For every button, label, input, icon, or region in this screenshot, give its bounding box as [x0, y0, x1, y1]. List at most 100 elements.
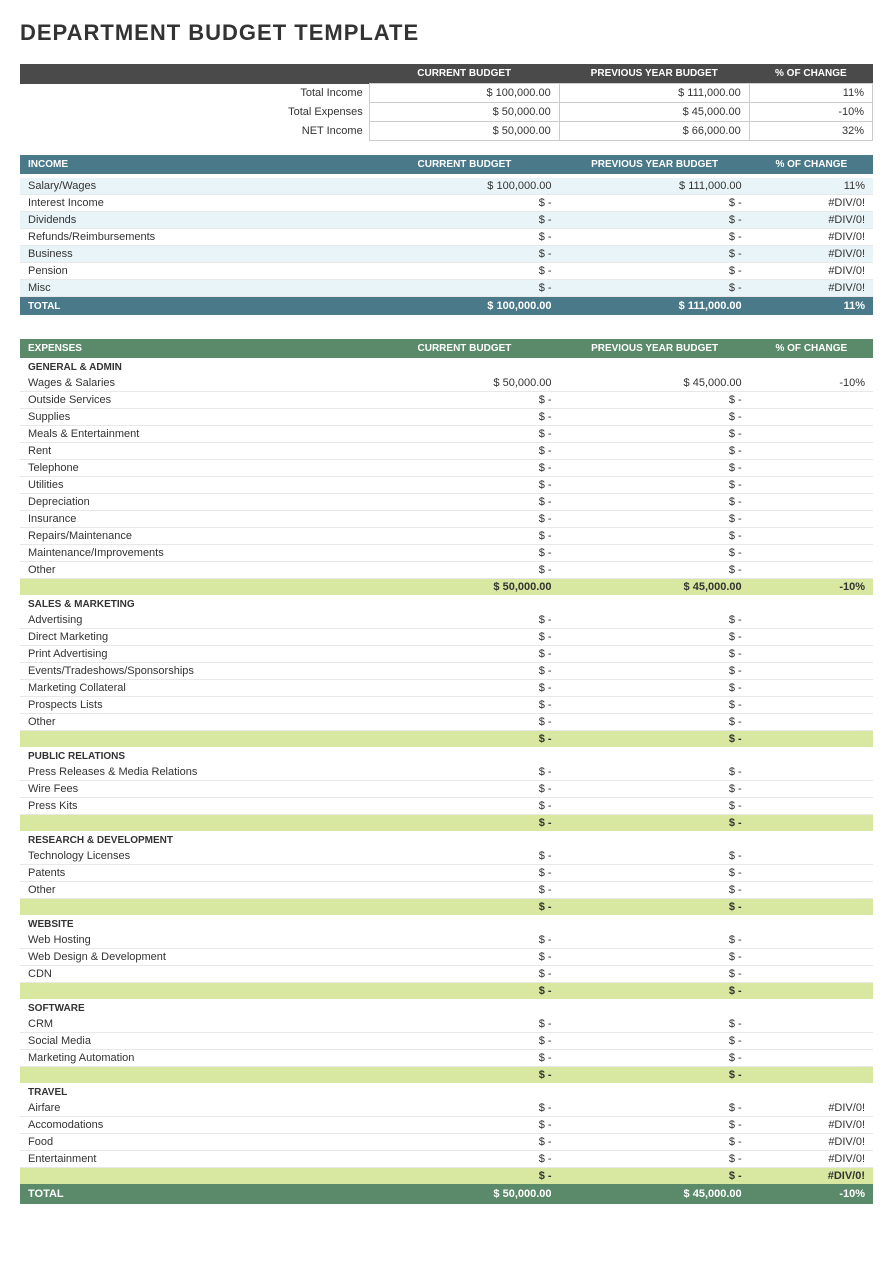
web-cdn-label: CDN [20, 966, 369, 983]
income-col2-header: PREVIOUS YEAR BUDGET [560, 155, 750, 174]
tr-food-change: #DIV/0! [750, 1134, 873, 1151]
public-relations-label: PUBLIC RELATIONS [20, 747, 873, 764]
ga-utilities-change [750, 477, 873, 494]
sm-prospects-change [750, 697, 873, 714]
income-dividends-change: #DIV/0! [750, 212, 873, 229]
income-section-header: INCOME CURRENT BUDGET PREVIOUS YEAR BUDG… [20, 155, 873, 174]
income-salary-previous: $ 111,000.00 [560, 178, 750, 195]
income-pension-label: Pension [20, 263, 369, 280]
sm-direct-change [750, 629, 873, 646]
ga-maintenance-previous: $ - [560, 545, 750, 562]
ga-supplies-current: $ - [369, 409, 559, 426]
income-business-label: Business [20, 246, 369, 263]
travel-header: TRAVEL [20, 1083, 873, 1100]
ga-insurance-current: $ - [369, 511, 559, 528]
web-subtotal-label [20, 983, 369, 1000]
income-total-previous: $ 111,000.00 [560, 297, 750, 316]
web-hosting-label: Web Hosting [20, 932, 369, 949]
software-label: SOFTWARE [20, 999, 873, 1016]
expenses-total-label: TOTAL [20, 1184, 369, 1204]
summary-change-net: 32% [749, 122, 872, 141]
income-pension-change: #DIV/0! [750, 263, 873, 280]
income-refunds-change: #DIV/0! [750, 229, 873, 246]
summary-label-expenses: Total Expenses [20, 103, 369, 122]
ga-row-maintenance: Maintenance/Improvements $ - $ - [20, 545, 873, 562]
income-interest-current: $ - [369, 195, 559, 212]
ga-row-meals: Meals & Entertainment $ - $ - [20, 426, 873, 443]
sw-subtotal-change [750, 1067, 873, 1084]
sm-events-current: $ - [369, 663, 559, 680]
ga-depreciation-change [750, 494, 873, 511]
ga-wages-change: -10% [750, 375, 873, 392]
sm-row-other: Other $ - $ - [20, 714, 873, 731]
ga-outside-previous: $ - [560, 392, 750, 409]
sm-advertising-current: $ - [369, 612, 559, 629]
tr-accommodations-label: Accomodations [20, 1117, 369, 1134]
ga-row-repairs: Repairs/Maintenance $ - $ - [20, 528, 873, 545]
income-row-business: Business $ - $ - #DIV/0! [20, 246, 873, 263]
ga-depreciation-current: $ - [369, 494, 559, 511]
summary-row-net: NET Income $ 50,000.00 $ 66,000.00 32% [20, 122, 873, 141]
income-interest-change: #DIV/0! [750, 195, 873, 212]
website-header: WEBSITE [20, 915, 873, 932]
sm-other-current: $ - [369, 714, 559, 731]
web-design-change [750, 949, 873, 966]
sw-subtotal-current: $ - [369, 1067, 559, 1084]
pr-subtotal-row: $ - $ - [20, 815, 873, 832]
tr-row-food: Food $ - $ - #DIV/0! [20, 1134, 873, 1151]
summary-header-empty [20, 64, 369, 84]
rd-tech-label: Technology Licenses [20, 848, 369, 865]
rd-tech-change [750, 848, 873, 865]
sm-subtotal-current: $ - [369, 731, 559, 748]
web-subtotal-current: $ - [369, 983, 559, 1000]
web-design-previous: $ - [560, 949, 750, 966]
income-business-current: $ - [369, 246, 559, 263]
summary-header: CURRENT BUDGET PREVIOUS YEAR BUDGET % OF… [20, 64, 873, 84]
sw-crm-current: $ - [369, 1016, 559, 1033]
web-cdn-previous: $ - [560, 966, 750, 983]
ga-telephone-label: Telephone [20, 460, 369, 477]
pr-row-press: Press Releases & Media Relations $ - $ - [20, 764, 873, 781]
sm-events-change [750, 663, 873, 680]
rd-other-change [750, 882, 873, 899]
summary-header-change: % OF CHANGE [749, 64, 872, 84]
sw-crm-previous: $ - [560, 1016, 750, 1033]
ga-rent-change [750, 443, 873, 460]
income-row-misc: Misc $ - $ - #DIV/0! [20, 280, 873, 297]
summary-change-expenses: -10% [749, 103, 872, 122]
web-cdn-change [750, 966, 873, 983]
summary-row-income: Total Income $ 100,000.00 $ 111,000.00 1… [20, 84, 873, 103]
income-total-current: $ 100,000.00 [369, 297, 559, 316]
sm-events-label: Events/Tradeshows/Sponsorships [20, 663, 369, 680]
summary-current-net: $ 50,000.00 [369, 122, 559, 141]
income-pension-previous: $ - [560, 263, 750, 280]
ga-maintenance-label: Maintenance/Improvements [20, 545, 369, 562]
sales-marketing-header: SALES & MARKETING [20, 595, 873, 612]
sm-collateral-current: $ - [369, 680, 559, 697]
pr-row-kits: Press Kits $ - $ - [20, 798, 873, 815]
ga-repairs-current: $ - [369, 528, 559, 545]
ga-subtotal-label [20, 579, 369, 596]
sw-social-label: Social Media [20, 1033, 369, 1050]
sw-subtotal-previous: $ - [560, 1067, 750, 1084]
sm-direct-current: $ - [369, 629, 559, 646]
sw-crm-change [750, 1016, 873, 1033]
tr-accommodations-change: #DIV/0! [750, 1117, 873, 1134]
pr-kits-current: $ - [369, 798, 559, 815]
sw-subtotal-label [20, 1067, 369, 1084]
expenses-section-label: EXPENSES [20, 339, 369, 358]
income-row-refunds: Refunds/Reimbursements $ - $ - #DIV/0! [20, 229, 873, 246]
ga-maintenance-change [750, 545, 873, 562]
sm-direct-label: Direct Marketing [20, 629, 369, 646]
ga-utilities-label: Utilities [20, 477, 369, 494]
income-misc-label: Misc [20, 280, 369, 297]
pr-press-change [750, 764, 873, 781]
sm-advertising-label: Advertising [20, 612, 369, 629]
travel-label: TRAVEL [20, 1083, 873, 1100]
sm-prospects-current: $ - [369, 697, 559, 714]
pr-press-previous: $ - [560, 764, 750, 781]
ga-row-insurance: Insurance $ - $ - [20, 511, 873, 528]
pr-subtotal-label [20, 815, 369, 832]
ga-outside-label: Outside Services [20, 392, 369, 409]
ga-depreciation-label: Depreciation [20, 494, 369, 511]
